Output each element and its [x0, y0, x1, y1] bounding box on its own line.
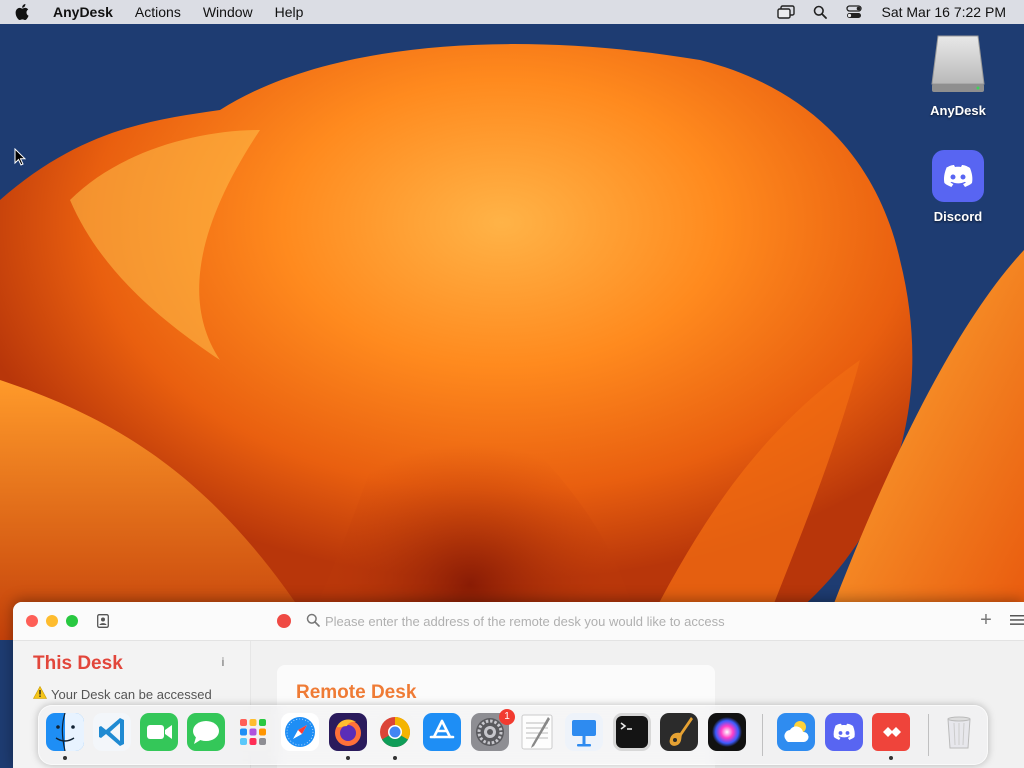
desktop-icon-label: Discord [933, 209, 983, 224]
dock-item-discord[interactable] [825, 713, 863, 751]
desktop-icon-anydesk[interactable]: AnyDesk [913, 34, 1003, 118]
weather-icon [777, 713, 815, 751]
menu-window[interactable]: Window [192, 0, 264, 24]
running-indicator [889, 756, 893, 760]
info-button[interactable]: i [216, 655, 230, 669]
external-drive-icon [913, 34, 1003, 99]
safari-icon [281, 713, 319, 751]
notification-badge: 1 [499, 709, 515, 725]
textedit-icon [521, 714, 553, 750]
dock-item-safari[interactable] [281, 713, 319, 751]
dock-separator [762, 714, 763, 756]
remote-desk-title: Remote Desk [296, 682, 417, 703]
window-maximize-button[interactable] [66, 615, 78, 627]
discord-icon [825, 713, 863, 751]
window-close-button[interactable] [26, 615, 38, 627]
keynote-icon [565, 713, 603, 751]
screen-mirroring-icon[interactable] [769, 5, 803, 19]
dock-item-launchpad[interactable] [234, 713, 272, 751]
menu-bar-clock[interactable]: Sat Mar 16 7:22 PM [871, 4, 1006, 20]
dock-item-garageband[interactable] [660, 713, 698, 751]
dock-item-siri[interactable] [708, 713, 746, 751]
dock-separator [928, 714, 929, 756]
siri-icon [708, 713, 746, 751]
vscode-icon [93, 713, 131, 751]
search-icon [306, 613, 320, 632]
connection-status-indicator [277, 614, 291, 628]
running-indicator [393, 756, 397, 760]
desktop-icon-discord[interactable]: Discord [913, 150, 1003, 224]
dock-item-vscode[interactable] [93, 713, 131, 751]
app-store-icon [423, 713, 461, 751]
new-tab-button[interactable]: + [977, 610, 995, 631]
address-book-icon[interactable] [97, 614, 109, 633]
window-toolbar: + [13, 602, 1024, 641]
warning-text: Your Desk can be accessed [51, 687, 212, 702]
menu-bar: AnyDesk Actions Window Help Sat Mar 16 7… [0, 0, 1024, 24]
launchpad-icon [234, 713, 272, 751]
control-center-icon[interactable] [837, 5, 871, 19]
mouse-cursor-icon [14, 148, 26, 166]
menu-actions[interactable]: Actions [124, 0, 192, 24]
anydesk-icon [872, 713, 910, 751]
spotlight-search-icon[interactable] [803, 5, 837, 19]
dock-item-weather[interactable] [777, 713, 815, 751]
garageband-icon [660, 713, 698, 751]
dock-item-chrome[interactable] [376, 713, 414, 751]
remote-address-input[interactable] [323, 609, 755, 633]
hamburger-menu-icon[interactable] [1009, 613, 1024, 629]
dock-item-textedit[interactable] [518, 713, 556, 751]
app-name-menu[interactable]: AnyDesk [44, 0, 124, 24]
dock-item-terminal[interactable] [613, 713, 651, 751]
dock-item-trash[interactable] [940, 713, 978, 751]
menu-help[interactable]: Help [264, 0, 315, 24]
dock: 1 [38, 705, 988, 765]
running-indicator [346, 756, 350, 760]
dock-item-facetime[interactable] [140, 713, 178, 751]
this-desk-title: This Desk [33, 653, 123, 674]
dock-item-app-store[interactable] [423, 713, 461, 751]
discord-icon [913, 150, 1003, 205]
messages-icon [187, 713, 225, 751]
facetime-icon [140, 713, 178, 751]
desktop-icon-label: AnyDesk [930, 103, 986, 118]
remote-address-bar[interactable] [303, 609, 755, 633]
access-warning: Your Desk can be accessed [32, 685, 212, 702]
dock-item-finder[interactable] [46, 712, 84, 752]
dock-item-firefox[interactable] [329, 713, 367, 751]
trash-icon [947, 716, 971, 749]
firefox-icon [329, 713, 367, 751]
apple-logo-icon[interactable] [0, 4, 44, 20]
dock-item-keynote[interactable] [565, 713, 603, 751]
running-indicator [63, 756, 67, 760]
window-minimize-button[interactable] [46, 615, 58, 627]
finder-icon [46, 712, 84, 752]
warning-icon [32, 685, 48, 702]
dock-item-anydesk[interactable] [872, 713, 910, 751]
terminal-icon [613, 713, 651, 751]
chrome-icon [376, 713, 414, 751]
dock-item-messages[interactable] [187, 713, 225, 751]
